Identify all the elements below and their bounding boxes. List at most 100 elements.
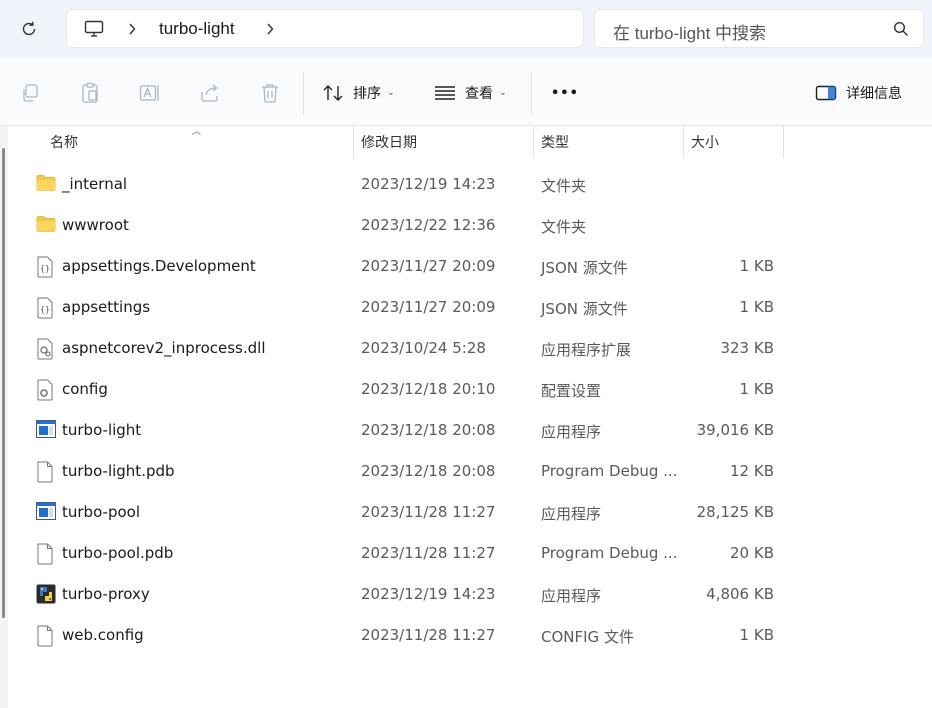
sort-label: 排序 xyxy=(353,86,381,102)
column-header-size-label: 大小 xyxy=(691,135,719,151)
breadcrumb-turbo-light[interactable]: turbo-light xyxy=(159,19,235,39)
file-list: ︿ 名称 修改日期 类型 大小 _internal 2023/12/19 14:2… xyxy=(0,126,932,708)
more-options-button[interactable]: ••• xyxy=(551,80,579,106)
file-name: aspnetcorev2_inprocess.dll xyxy=(62,339,266,357)
column-header-size[interactable]: 大小 xyxy=(691,126,781,158)
file-type: JSON 源文件 xyxy=(541,300,628,318)
file-type: 应用程序 xyxy=(541,505,602,523)
file-row[interactable]: wwwroot 2023/12/22 12:36 文件夹 xyxy=(30,205,790,246)
paste-icon[interactable] xyxy=(79,82,101,104)
chevron-down-icon: ⌄ xyxy=(387,88,395,98)
file-date: 2023/11/28 11:27 xyxy=(361,503,496,521)
toolbar-divider xyxy=(531,72,532,114)
file-date: 2023/12/18 20:08 xyxy=(361,462,496,480)
file-date: 2023/12/22 12:36 xyxy=(361,216,496,234)
file-date: 2023/11/27 20:09 xyxy=(361,298,496,316)
file-type: Program Debug ... xyxy=(541,462,678,480)
file-name: turbo-light.pdb xyxy=(62,462,175,480)
address-bar[interactable]: turbo-light xyxy=(66,9,584,48)
file-row[interactable]: config 2023/12/18 20:10 配置设置 1 KB xyxy=(30,369,790,410)
sort-button[interactable]: 排序 ⌄ xyxy=(322,80,395,106)
column-header-date[interactable]: 修改日期 xyxy=(361,126,531,158)
file-name: wwwroot xyxy=(62,216,129,234)
scrollbar-thumb[interactable] xyxy=(2,148,5,618)
address-row: turbo-light 在 turbo-light 中搜索 xyxy=(0,0,932,58)
file-row[interactable]: turbo-proxy 2023/12/19 14:23 应用程序 4,806 KB xyxy=(30,574,790,615)
file-row[interactable]: turbo-pool.pdb 2023/11/28 11:27 Program De… xyxy=(30,533,790,574)
column-divider[interactable] xyxy=(533,126,534,158)
view-list-icon xyxy=(435,86,455,100)
file-row[interactable]: web.config 2023/11/28 11:27 CONFIG 文件 1 KB xyxy=(30,615,790,656)
file-name: turbo-pool xyxy=(62,503,140,521)
refresh-button[interactable] xyxy=(14,14,44,44)
file-size: 4,806 KB xyxy=(706,585,774,603)
file-type: 文件夹 xyxy=(541,218,587,236)
file-date: 2023/12/19 14:23 xyxy=(361,175,496,193)
search-input[interactable]: 在 turbo-light 中搜索 xyxy=(594,9,924,48)
this-pc-icon[interactable] xyxy=(83,18,105,40)
folder-icon xyxy=(36,174,56,194)
file-name: appsettings xyxy=(62,298,151,316)
file-row[interactable]: aspnetcorev2_inprocess.dll 2023/10/24 5:2… xyxy=(30,328,790,369)
column-header-date-label: 修改日期 xyxy=(361,135,417,151)
column-header-type[interactable]: 类型 xyxy=(541,126,681,158)
config-file-icon xyxy=(36,379,56,401)
view-button[interactable]: 查看 ⌄ xyxy=(434,80,507,106)
view-label: 查看 xyxy=(465,86,493,102)
file-type: 应用程序 xyxy=(541,587,602,605)
delete-icon[interactable] xyxy=(259,82,281,104)
file-size: 323 KB xyxy=(720,339,774,357)
python-exe-icon xyxy=(36,584,56,604)
file-size: 39,016 KB xyxy=(696,421,774,439)
details-pane-icon xyxy=(815,85,837,101)
chevron-right-icon[interactable] xyxy=(263,20,277,38)
folder-icon xyxy=(36,215,56,235)
search-placeholder: 在 turbo-light 中搜索 xyxy=(613,24,767,43)
file-type: Program Debug ... xyxy=(541,544,678,562)
vertical-scrollbar[interactable] xyxy=(0,126,8,708)
column-divider[interactable] xyxy=(353,126,354,158)
file-icon xyxy=(36,461,56,483)
column-divider[interactable] xyxy=(783,126,784,158)
toolbar-divider xyxy=(303,72,304,114)
file-date: 2023/11/28 11:27 xyxy=(361,626,496,644)
file-size: 1 KB xyxy=(739,257,774,275)
search-icon xyxy=(893,21,908,36)
file-date: 2023/10/24 5:28 xyxy=(361,339,486,357)
column-header-name[interactable]: 名称 xyxy=(50,126,352,158)
file-name: web.config xyxy=(62,626,144,644)
exe-icon xyxy=(36,420,56,440)
file-name: turbo-pool.pdb xyxy=(62,544,174,562)
file-type: CONFIG 文件 xyxy=(541,628,634,646)
file-row[interactable]: turbo-light 2023/12/18 20:08 应用程序 39,016 KB xyxy=(30,410,790,451)
file-icon xyxy=(36,625,56,647)
rename-icon[interactable] xyxy=(139,82,161,104)
file-icon xyxy=(36,543,56,565)
share-icon[interactable] xyxy=(199,82,221,104)
details-label: 详细信息 xyxy=(846,86,902,102)
file-row[interactable]: {} appsettings.Development 2023/11/27 20:0… xyxy=(30,246,790,287)
file-name: appsettings.Development xyxy=(62,257,256,275)
chevron-right-icon[interactable] xyxy=(125,20,139,38)
column-header-type-label: 类型 xyxy=(541,135,569,151)
copy-icon[interactable] xyxy=(19,82,41,104)
details-pane-button[interactable]: 详细信息 xyxy=(815,80,902,106)
column-divider[interactable] xyxy=(683,126,684,158)
file-name: turbo-light xyxy=(62,421,142,439)
file-row[interactable]: turbo-pool 2023/11/28 11:27 应用程序 28,125 KB xyxy=(30,492,790,533)
svg-text:{}: {} xyxy=(40,305,50,314)
file-date: 2023/12/19 14:23 xyxy=(361,585,496,603)
file-row[interactable]: _internal 2023/12/19 14:23 文件夹 xyxy=(30,164,790,205)
more-icon: ••• xyxy=(551,85,579,101)
refresh-icon xyxy=(22,21,36,36)
file-type: 应用程序扩展 xyxy=(541,341,632,359)
file-size: 12 KB xyxy=(730,462,774,480)
file-row[interactable]: turbo-light.pdb 2023/12/18 20:08 Program D… xyxy=(30,451,790,492)
file-type: JSON 源文件 xyxy=(541,259,628,277)
file-type: 文件夹 xyxy=(541,177,587,195)
file-size: 1 KB xyxy=(739,298,774,316)
file-date: 2023/11/27 20:09 xyxy=(361,257,496,275)
file-type: 应用程序 xyxy=(541,423,602,441)
file-size: 20 KB xyxy=(730,544,774,562)
file-row[interactable]: {} appsettings 2023/11/27 20:09 JSON 源文件 1 K… xyxy=(30,287,790,328)
